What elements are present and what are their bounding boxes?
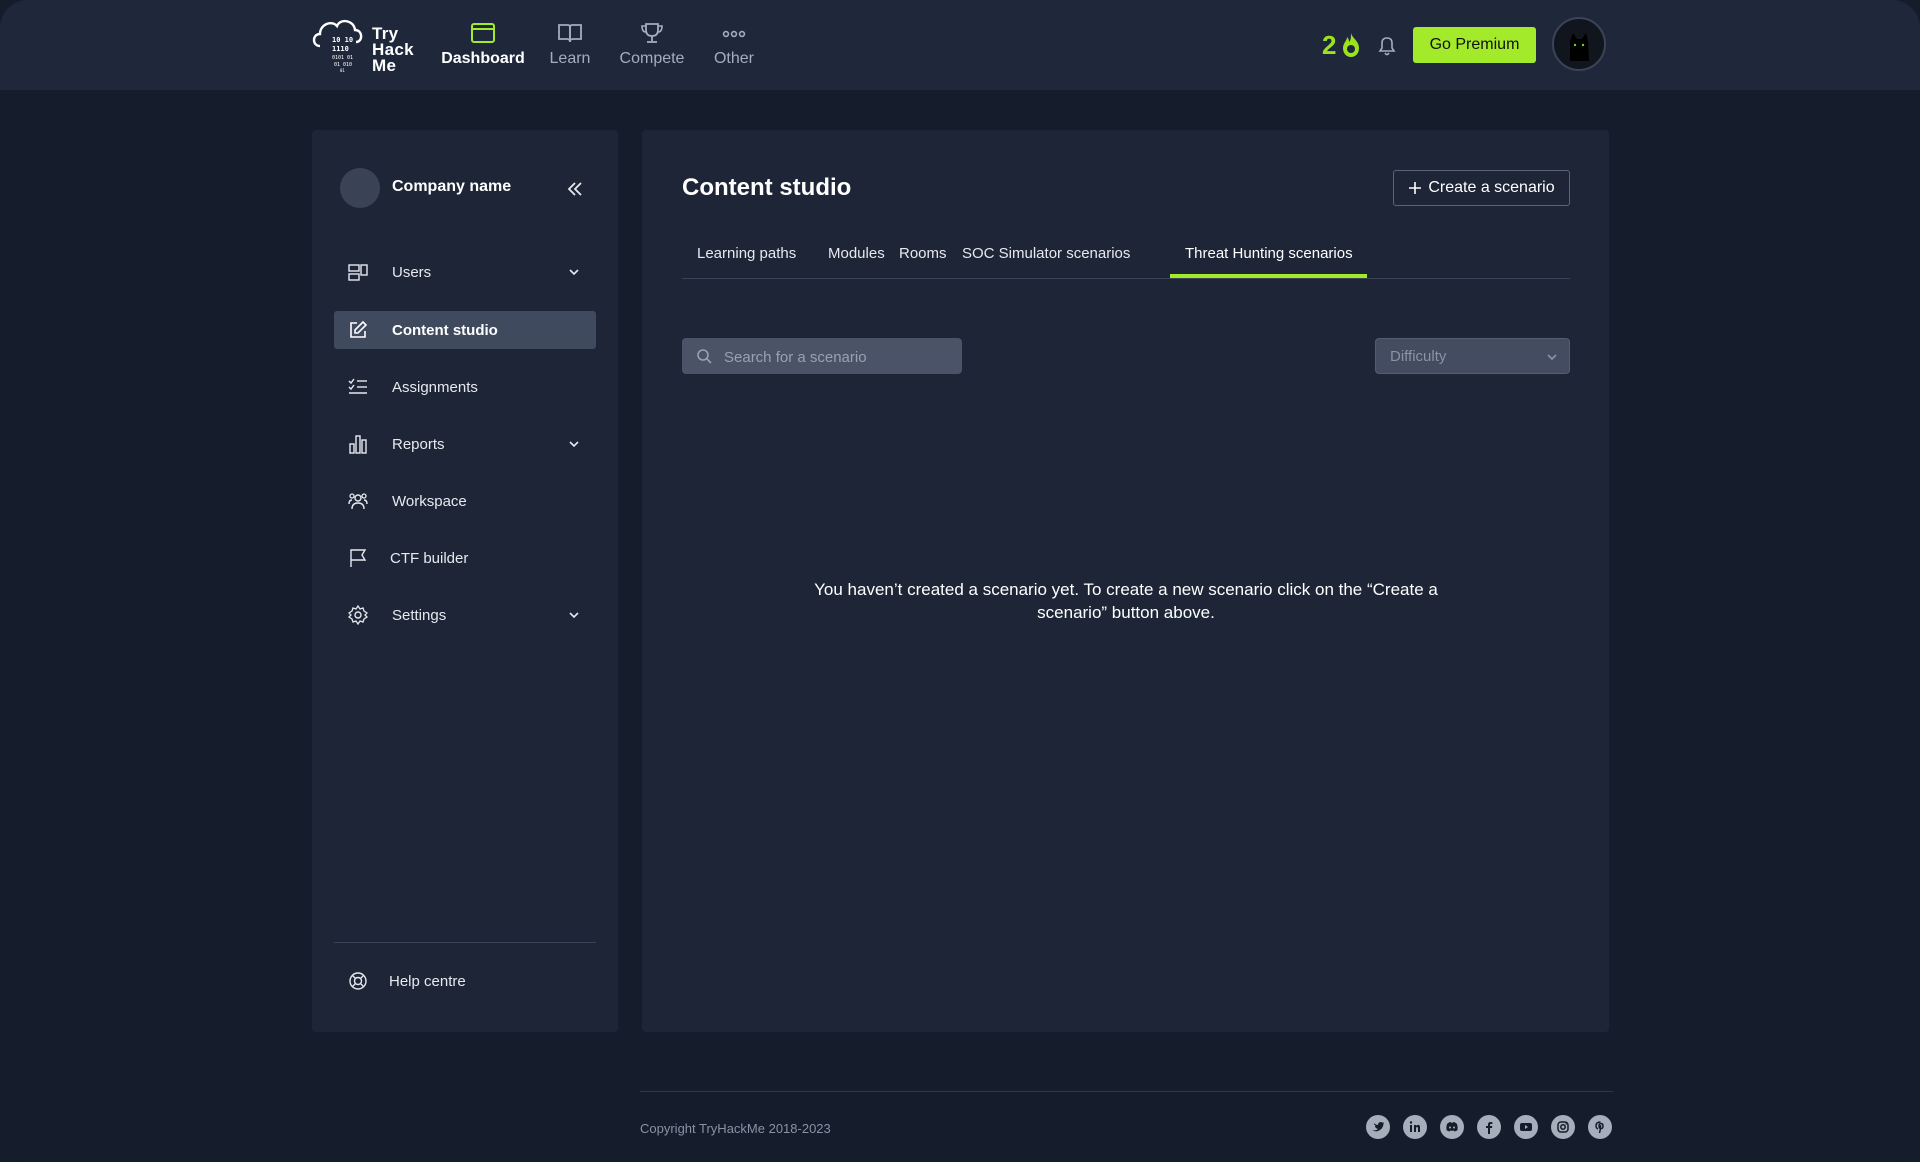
svg-text:01: 01	[340, 68, 345, 73]
sidebar-item-users[interactable]: Users	[334, 253, 596, 291]
empty-state-line: scenario” button above.	[1037, 603, 1215, 622]
logo-line-me: Me	[372, 56, 397, 75]
trophy-icon	[641, 23, 663, 43]
svg-text:0101 01: 0101 01	[332, 55, 353, 61]
copyright-text: Copyright TryHackMe 2018-2023	[640, 1121, 831, 1136]
checklist-icon	[348, 378, 367, 394]
chevron-down-icon	[1547, 354, 1557, 361]
users-icon	[348, 264, 368, 281]
empty-state-message: You haven’t created a scenario yet. To c…	[782, 578, 1470, 624]
main-panel: Content studio Create a scenario Learnin…	[642, 130, 1609, 1032]
bell-icon[interactable]	[1376, 34, 1398, 58]
flag-icon	[350, 549, 367, 567]
tab-soc-simulator-scenarios[interactable]: SOC Simulator scenarios	[947, 240, 1145, 278]
browser-window-icon	[471, 23, 495, 43]
instagram-icon[interactable]	[1551, 1115, 1575, 1139]
nav-dashboard[interactable]: Dashboard	[440, 18, 526, 72]
flame-icon	[1343, 33, 1359, 57]
gear-icon	[348, 605, 368, 625]
sidebar-item-reports[interactable]: Reports	[334, 425, 596, 463]
sidebar-item-label: Help centre	[389, 973, 466, 990]
bar-chart-icon	[349, 435, 367, 454]
company-name: Company name	[392, 178, 512, 195]
empty-state-line: You haven’t created a scenario yet. To c…	[814, 580, 1438, 599]
twitter-icon[interactable]	[1366, 1115, 1390, 1139]
streak-count[interactable]: 2	[1322, 30, 1336, 61]
sidebar-item-label: CTF builder	[390, 550, 469, 567]
sidebar-item-label: Settings	[392, 607, 447, 624]
dots-icon	[722, 30, 746, 38]
svg-text:10 10: 10 10	[332, 36, 353, 44]
lifebuoy-icon	[349, 972, 367, 990]
chevron-down-icon	[569, 269, 579, 276]
content-tabs: Learning paths Modules Rooms SOC Simulat…	[682, 240, 1570, 279]
search-icon	[697, 349, 712, 364]
sidebar-item-label: Users	[392, 264, 432, 281]
create-scenario-label: Create a scenario	[1428, 179, 1555, 196]
sidebar-item-label: Reports	[392, 436, 445, 453]
sidebar-item-label: Assignments	[392, 379, 478, 396]
svg-text:1110: 1110	[332, 45, 349, 53]
cat-avatar-icon	[1570, 33, 1589, 61]
book-icon	[558, 24, 582, 43]
team-icon	[348, 493, 368, 510]
sidebar: Company name Users Content studio Assign…	[312, 130, 618, 1032]
nav-other[interactable]: Other	[708, 18, 760, 72]
sidebar-divider	[334, 942, 596, 943]
pinterest-icon[interactable]	[1588, 1115, 1612, 1139]
sidebar-item-ctf-builder[interactable]: CTF builder	[334, 539, 596, 577]
app-frame: 10 10 1110 0101 01 01 010 01 Try Hack Me…	[0, 0, 1920, 1162]
difficulty-label: Difficulty	[1390, 348, 1447, 365]
chevron-down-icon	[569, 441, 579, 448]
tab-threat-hunting-scenarios[interactable]: Threat Hunting scenarios	[1170, 240, 1367, 278]
nav-dashboard-label: Dashboard	[441, 50, 525, 67]
collapse-sidebar-icon[interactable]	[566, 180, 584, 198]
sidebar-item-label: Workspace	[392, 493, 467, 510]
footer-divider	[640, 1091, 1613, 1092]
company-avatar	[340, 168, 380, 208]
sidebar-item-content-studio[interactable]: Content studio	[334, 311, 596, 349]
sidebar-item-assignments[interactable]: Assignments	[334, 368, 596, 406]
nav-compete-label: Compete	[619, 50, 685, 67]
discord-icon[interactable]	[1440, 1115, 1464, 1139]
sidebar-item-help-centre[interactable]: Help centre	[334, 962, 596, 1000]
facebook-icon[interactable]	[1477, 1115, 1501, 1139]
cloud-logo-icon: 10 10 1110 0101 01 01 010 01	[312, 19, 363, 73]
user-avatar[interactable]	[1552, 17, 1606, 71]
tab-learning-paths[interactable]: Learning paths	[682, 240, 811, 278]
search-box	[682, 338, 962, 376]
page-title: Content studio	[682, 174, 852, 201]
tryhackme-logo[interactable]: 10 10 1110 0101 01 01 010 01 Try Hack Me	[310, 12, 422, 78]
linkedin-icon[interactable]	[1403, 1115, 1427, 1139]
search-input[interactable]	[722, 338, 956, 376]
top-navigation: 10 10 1110 0101 01 01 010 01 Try Hack Me…	[0, 0, 1920, 90]
plus-icon	[1409, 182, 1422, 194]
logo-wordmark: Try Hack Me	[372, 25, 414, 75]
sidebar-item-workspace[interactable]: Workspace	[334, 482, 596, 520]
go-premium-button[interactable]: Go Premium	[1413, 27, 1536, 63]
difficulty-select[interactable]: Difficulty	[1375, 338, 1570, 374]
nav-learn-label: Learn	[549, 50, 591, 67]
chevron-down-icon	[569, 612, 579, 619]
sidebar-item-label: Content studio	[392, 322, 498, 339]
edit-icon	[350, 320, 368, 338]
create-scenario-button[interactable]: Create a scenario	[1393, 170, 1570, 206]
youtube-icon[interactable]	[1514, 1115, 1538, 1139]
nav-compete[interactable]: Compete	[616, 18, 688, 72]
nav-learn[interactable]: Learn	[546, 18, 594, 72]
sidebar-item-settings[interactable]: Settings	[334, 596, 596, 634]
nav-other-label: Other	[713, 50, 754, 67]
